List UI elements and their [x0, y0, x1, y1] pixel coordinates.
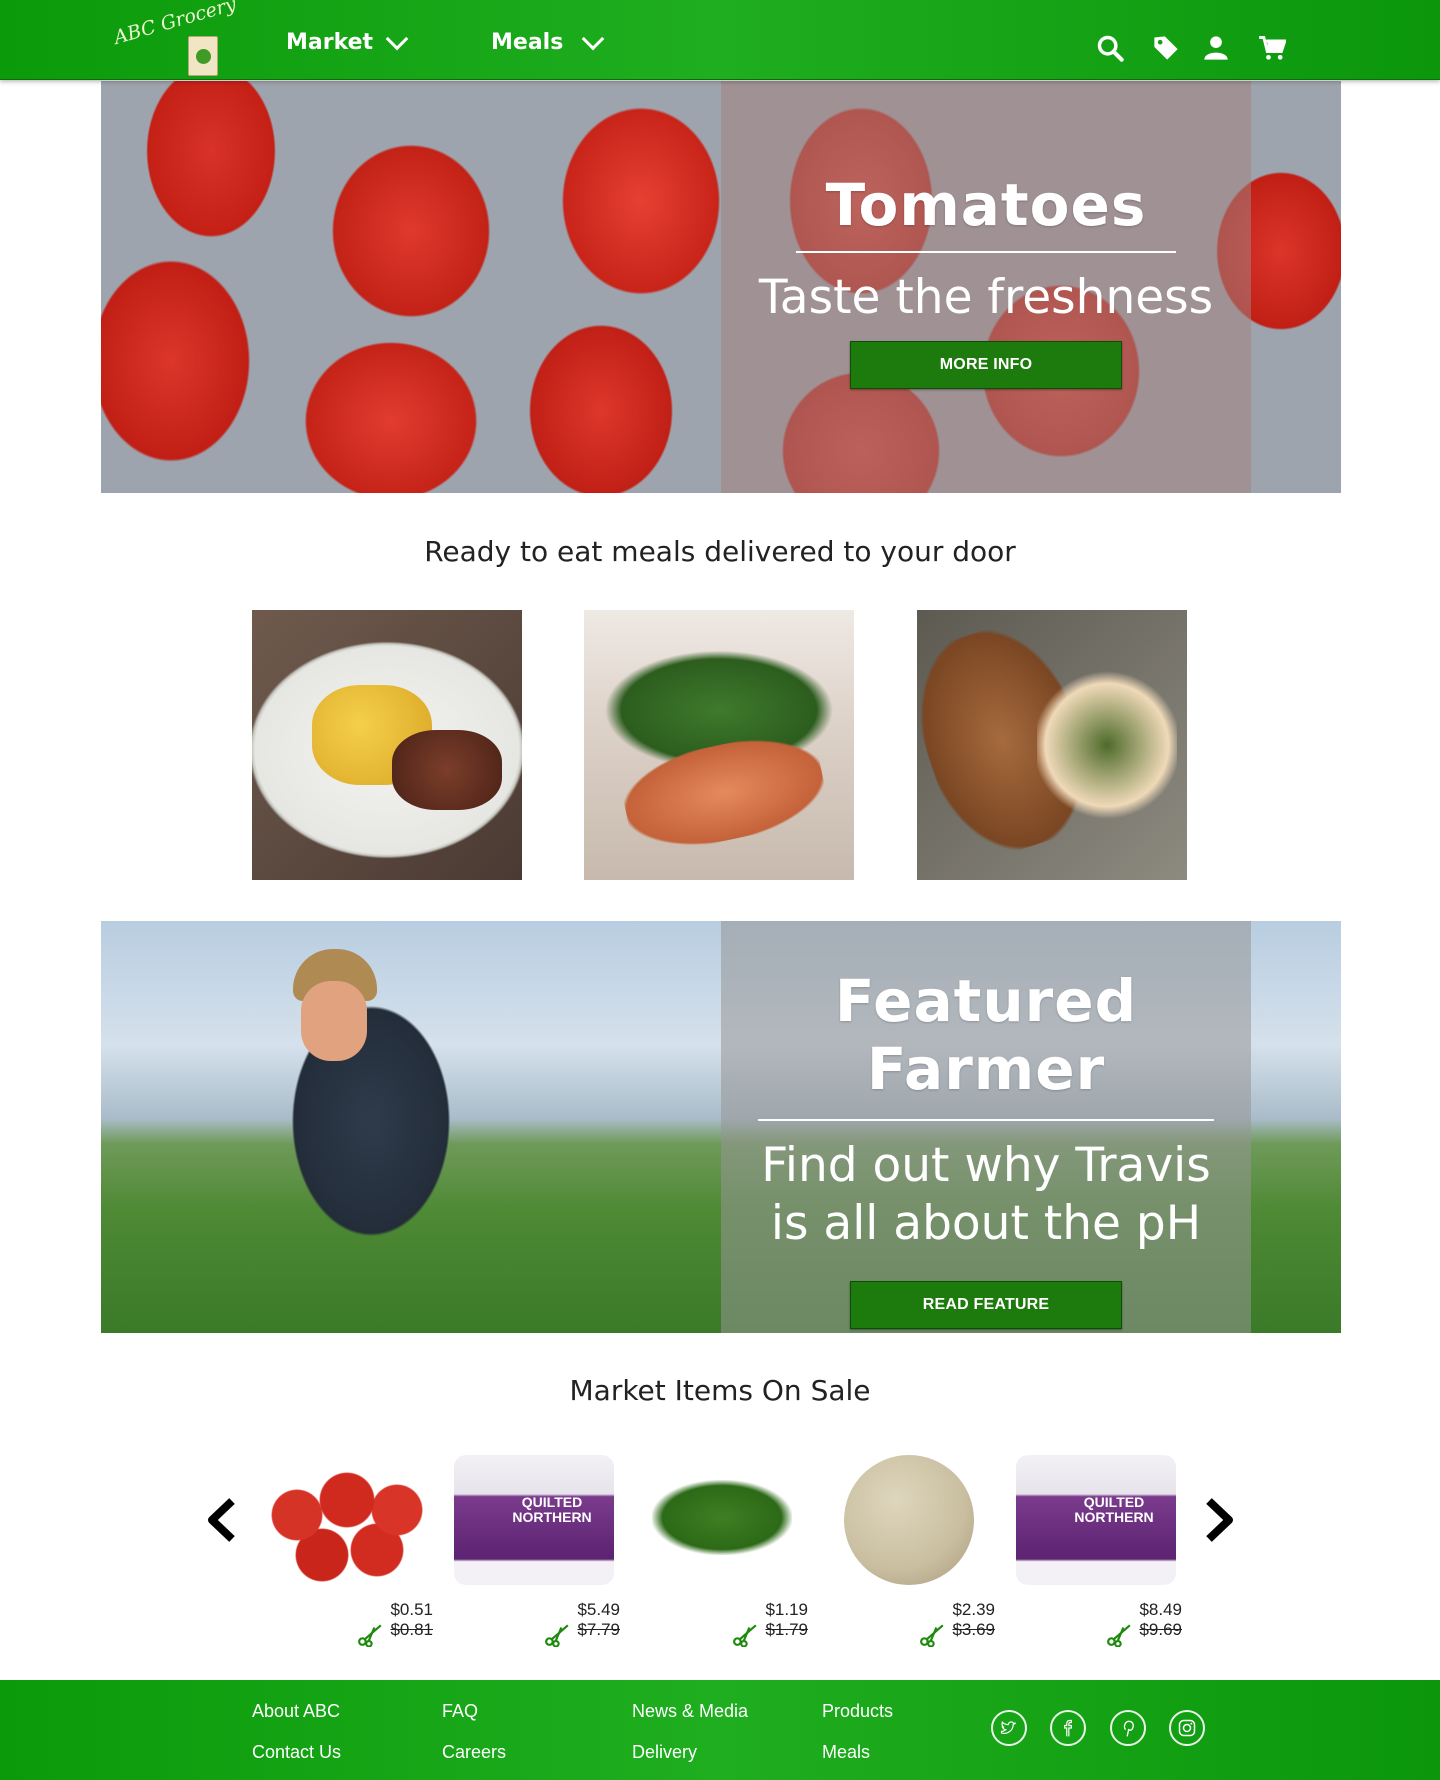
sale-price: $0.51: [390, 1600, 433, 1619]
scissors-icon: [733, 1624, 757, 1647]
user-icon[interactable]: [1202, 34, 1232, 64]
scissors-icon: [358, 1624, 382, 1647]
twitter-icon[interactable]: [991, 1710, 1027, 1746]
scissors-icon: [1107, 1624, 1131, 1647]
facebook-icon[interactable]: [1050, 1710, 1086, 1746]
sale-price: $8.49: [1139, 1600, 1182, 1619]
nav-market-label: Market: [286, 30, 374, 55]
featured-banner: Featured Farmer Find out why Travis is a…: [101, 921, 1341, 1333]
sale-old-price: $3.69: [952, 1620, 995, 1639]
footer-link-contact[interactable]: Contact Us: [252, 1742, 341, 1763]
carousel-next-arrow-icon[interactable]: [1199, 1495, 1239, 1545]
instagram-icon[interactable]: [1169, 1710, 1205, 1746]
sale-old-price: $0.81: [390, 1620, 433, 1639]
hero-subtitle: Taste the freshness: [758, 270, 1214, 325]
sale-item[interactable]: $0.51 $0.81: [253, 1455, 433, 1665]
sale-item-image: [454, 1455, 614, 1585]
featured-divider: [758, 1119, 1214, 1121]
logo[interactable]: ABC Grocery: [108, 0, 239, 76]
featured-subtitle-line1: Find out why Travis: [761, 1138, 1211, 1193]
footer-link-about[interactable]: About ABC: [252, 1701, 340, 1722]
sale-heading: Market Items On Sale: [569, 1374, 871, 1407]
featured-subtitle-line2: is all about the pH: [770, 1196, 1202, 1251]
sale-item-image: [829, 1455, 989, 1585]
sale-item-image: [267, 1455, 427, 1585]
hero-divider: [796, 251, 1176, 253]
meal-chicken-rice[interactable]: [917, 610, 1187, 880]
scissors-icon: [920, 1624, 944, 1647]
sale-item-image: [1016, 1455, 1176, 1585]
footer-link-delivery[interactable]: Delivery: [632, 1742, 697, 1763]
footer-link-faq[interactable]: FAQ: [442, 1701, 478, 1722]
footer-link-meals[interactable]: Meals: [822, 1742, 870, 1763]
sale-old-price: $1.79: [765, 1620, 808, 1639]
cart-icon[interactable]: [1258, 34, 1288, 64]
farmer-face: [301, 981, 367, 1061]
sale-old-price: $9.69: [1139, 1620, 1182, 1639]
featured-title: Featured Farmer: [834, 967, 1138, 1103]
footer-link-products[interactable]: Products: [822, 1701, 893, 1722]
tag-icon[interactable]: [1152, 34, 1182, 64]
site-header: ABC Grocery Market Meals: [0, 0, 1440, 80]
hero-overlay: Tomatoes Taste the freshness MORE INFO: [721, 81, 1251, 493]
featured-overlay: Featured Farmer Find out why Travis is a…: [721, 921, 1251, 1333]
sale-price: $1.19: [765, 1600, 808, 1619]
carousel-prev-arrow-icon[interactable]: [202, 1495, 242, 1545]
more-info-button[interactable]: MORE INFO: [850, 341, 1122, 389]
sale-item-image: [642, 1455, 802, 1585]
sale-item[interactable]: $8.49 $9.69: [1002, 1455, 1182, 1665]
footer-link-news[interactable]: News & Media: [632, 1701, 748, 1722]
meal-steak-potatoes[interactable]: [252, 610, 522, 880]
search-icon[interactable]: [1096, 34, 1126, 64]
pinterest-icon[interactable]: [1110, 1710, 1146, 1746]
grocery-bag-icon: [188, 36, 218, 76]
chevron-down-icon: [581, 27, 605, 50]
hero-banner: Tomatoes Taste the freshness MORE INFO: [101, 81, 1341, 493]
nav-meals-label: Meals: [491, 30, 564, 55]
meal-salmon-salad[interactable]: [584, 610, 854, 880]
site-footer: About ABC Contact Us FAQ Careers News & …: [0, 1680, 1440, 1780]
sale-price: $2.39: [952, 1600, 995, 1619]
sale-item[interactable]: $5.49 $7.79: [440, 1455, 620, 1665]
sale-old-price: $7.79: [577, 1620, 620, 1639]
nav-market[interactable]: Market: [286, 27, 409, 55]
sale-item[interactable]: $2.39 $3.69: [815, 1455, 995, 1665]
logo-text: ABC Grocery: [111, 0, 239, 49]
sale-item[interactable]: $1.19 $1.79: [628, 1455, 808, 1665]
meals-heading: Ready to eat meals delivered to your doo…: [424, 535, 1016, 568]
footer-link-careers[interactable]: Careers: [442, 1742, 506, 1763]
sale-price: $5.49: [577, 1600, 620, 1619]
hero-title: Tomatoes: [825, 171, 1147, 239]
nav-meals[interactable]: Meals: [491, 27, 605, 55]
read-feature-button[interactable]: READ FEATURE: [850, 1281, 1122, 1329]
chevron-down-icon: [385, 27, 409, 50]
scissors-icon: [545, 1624, 569, 1647]
